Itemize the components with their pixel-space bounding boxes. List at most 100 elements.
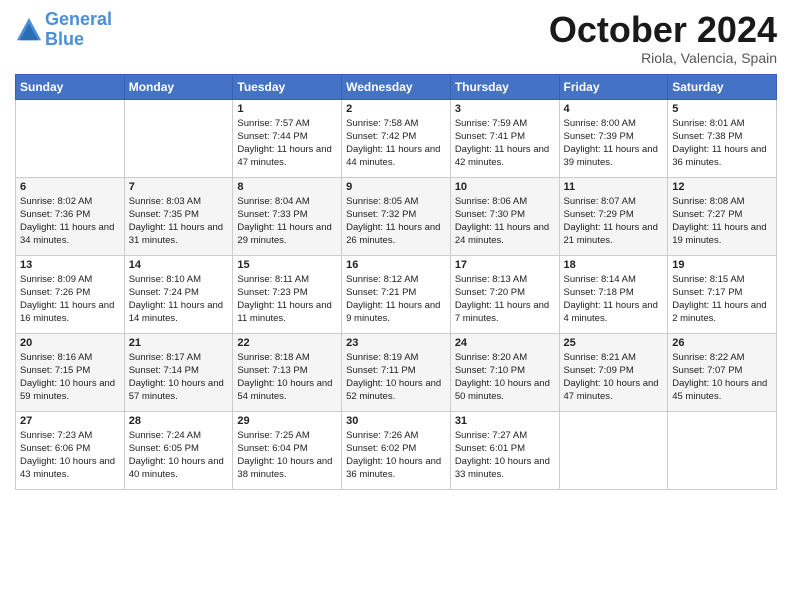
day-info: Sunrise: 7:58 AM Sunset: 7:42 PM Dayligh… (346, 117, 446, 170)
col-header-saturday: Saturday (668, 74, 777, 99)
day-info: Sunrise: 8:10 AM Sunset: 7:24 PM Dayligh… (129, 273, 229, 326)
day-number: 12 (672, 181, 772, 193)
calendar-cell: 17Sunrise: 8:13 AM Sunset: 7:20 PM Dayli… (450, 255, 559, 333)
day-number: 3 (455, 103, 555, 115)
day-info: Sunrise: 8:06 AM Sunset: 7:30 PM Dayligh… (455, 195, 555, 248)
calendar-cell: 28 Sunrise: 7:24 AM Sunset: 6:05 PM Dayli… (124, 411, 233, 489)
day-info: Sunrise: 8:12 AM Sunset: 7:21 PM Dayligh… (346, 273, 446, 326)
day-number: 4 (564, 103, 664, 115)
calendar-cell: 4Sunrise: 8:00 AM Sunset: 7:39 PM Daylig… (559, 99, 668, 177)
day-number: 20 (20, 337, 120, 349)
calendar-cell: 26 Sunrise: 8:22 AM Sunset: 7:07 PM Dayli… (668, 333, 777, 411)
header: General Blue October 2024 Riola, Valenci… (15, 10, 777, 66)
calendar-cell (124, 99, 233, 177)
day-info: Sunrise: 8:08 AM Sunset: 7:27 PM Dayligh… (672, 195, 772, 248)
calendar-cell: 5 Sunrise: 8:01 AM Sunset: 7:38 PM Daylig… (668, 99, 777, 177)
logo-general: General (45, 9, 112, 29)
calendar-cell: 10 Sunrise: 8:06 AM Sunset: 7:30 PM Dayli… (450, 177, 559, 255)
day-number: 5 (672, 103, 772, 115)
day-number: 26 (672, 337, 772, 349)
location-subtitle: Riola, Valencia, Spain (549, 50, 777, 66)
day-number: 13 (20, 259, 120, 271)
col-header-sunday: Sunday (16, 74, 125, 99)
calendar-cell: 18 Sunrise: 8:14 AM Sunset: 7:18 PM Dayli… (559, 255, 668, 333)
col-header-thursday: Thursday (450, 74, 559, 99)
day-info: Sunrise: 8:22 AM Sunset: 7:07 PM Dayligh… (672, 351, 772, 404)
calendar-cell: 16Sunrise: 8:12 AM Sunset: 7:21 PM Dayli… (342, 255, 451, 333)
day-info: Sunrise: 8:01 AM Sunset: 7:38 PM Dayligh… (672, 117, 772, 170)
calendar-cell: 24 Sunrise: 8:20 AM Sunset: 7:10 PM Dayli… (450, 333, 559, 411)
calendar-cell: 1 Sunrise: 7:57 AM Sunset: 7:44 PM Daylig… (233, 99, 342, 177)
calendar-cell (16, 99, 125, 177)
day-info: Sunrise: 8:18 AM Sunset: 7:13 PM Dayligh… (237, 351, 337, 404)
day-number: 27 (20, 415, 120, 427)
day-number: 6 (20, 181, 120, 193)
calendar-cell: 23 Sunrise: 8:19 AM Sunset: 7:11 PM Dayli… (342, 333, 451, 411)
calendar-cell: 12 Sunrise: 8:08 AM Sunset: 7:27 PM Dayli… (668, 177, 777, 255)
day-number: 7 (129, 181, 229, 193)
day-number: 31 (455, 415, 555, 427)
day-number: 1 (237, 103, 337, 115)
day-info: Sunrise: 7:25 AM Sunset: 6:04 PM Dayligh… (237, 429, 337, 482)
logo-text: General Blue (45, 10, 112, 50)
day-info: Sunrise: 8:09 AM Sunset: 7:26 PM Dayligh… (20, 273, 120, 326)
calendar-cell: 21Sunrise: 8:17 AM Sunset: 7:14 PM Dayli… (124, 333, 233, 411)
day-info: Sunrise: 7:59 AM Sunset: 7:41 PM Dayligh… (455, 117, 555, 170)
calendar-cell: 8Sunrise: 8:04 AM Sunset: 7:33 PM Daylig… (233, 177, 342, 255)
calendar-cell: 19 Sunrise: 8:15 AM Sunset: 7:17 PM Dayli… (668, 255, 777, 333)
day-info: Sunrise: 8:15 AM Sunset: 7:17 PM Dayligh… (672, 273, 772, 326)
logo: General Blue (15, 10, 112, 50)
day-info: Sunrise: 8:16 AM Sunset: 7:15 PM Dayligh… (20, 351, 120, 404)
day-number: 19 (672, 259, 772, 271)
day-info: Sunrise: 7:57 AM Sunset: 7:44 PM Dayligh… (237, 117, 337, 170)
day-number: 18 (564, 259, 664, 271)
day-info: Sunrise: 8:14 AM Sunset: 7:18 PM Dayligh… (564, 273, 664, 326)
col-header-monday: Monday (124, 74, 233, 99)
calendar-cell: 14 Sunrise: 8:10 AM Sunset: 7:24 PM Dayli… (124, 255, 233, 333)
calendar-cell: 2 Sunrise: 7:58 AM Sunset: 7:42 PM Daylig… (342, 99, 451, 177)
day-info: Sunrise: 8:21 AM Sunset: 7:09 PM Dayligh… (564, 351, 664, 404)
calendar-cell: 27 Sunrise: 7:23 AM Sunset: 6:06 PM Dayli… (16, 411, 125, 489)
day-number: 29 (237, 415, 337, 427)
calendar-cell: 20 Sunrise: 8:16 AM Sunset: 7:15 PM Dayli… (16, 333, 125, 411)
day-info: Sunrise: 8:04 AM Sunset: 7:33 PM Dayligh… (237, 195, 337, 248)
calendar-week-0: 1 Sunrise: 7:57 AM Sunset: 7:44 PM Daylig… (16, 99, 777, 177)
day-info: Sunrise: 8:20 AM Sunset: 7:10 PM Dayligh… (455, 351, 555, 404)
day-number: 17 (455, 259, 555, 271)
day-number: 10 (455, 181, 555, 193)
day-number: 23 (346, 337, 446, 349)
day-info: Sunrise: 8:19 AM Sunset: 7:11 PM Dayligh… (346, 351, 446, 404)
day-number: 24 (455, 337, 555, 349)
day-number: 2 (346, 103, 446, 115)
day-number: 11 (564, 181, 664, 193)
logo-blue: Blue (45, 29, 84, 49)
calendar-cell: 29 Sunrise: 7:25 AM Sunset: 6:04 PM Dayli… (233, 411, 342, 489)
col-header-wednesday: Wednesday (342, 74, 451, 99)
month-title: October 2024 (549, 10, 777, 50)
day-info: Sunrise: 8:17 AM Sunset: 7:14 PM Dayligh… (129, 351, 229, 404)
day-number: 22 (237, 337, 337, 349)
title-block: October 2024 Riola, Valencia, Spain (549, 10, 777, 66)
calendar-table: SundayMondayTuesdayWednesdayThursdayFrid… (15, 74, 777, 490)
calendar-cell: 3 Sunrise: 7:59 AM Sunset: 7:41 PM Daylig… (450, 99, 559, 177)
calendar-cell: 30 Sunrise: 7:26 AM Sunset: 6:02 PM Dayli… (342, 411, 451, 489)
col-header-friday: Friday (559, 74, 668, 99)
day-info: Sunrise: 7:27 AM Sunset: 6:01 PM Dayligh… (455, 429, 555, 482)
day-number: 14 (129, 259, 229, 271)
calendar-cell: 22 Sunrise: 8:18 AM Sunset: 7:13 PM Dayli… (233, 333, 342, 411)
calendar-cell: 25Sunrise: 8:21 AM Sunset: 7:09 PM Dayli… (559, 333, 668, 411)
day-number: 28 (129, 415, 229, 427)
day-info: Sunrise: 8:03 AM Sunset: 7:35 PM Dayligh… (129, 195, 229, 248)
day-info: Sunrise: 7:26 AM Sunset: 6:02 PM Dayligh… (346, 429, 446, 482)
day-number: 30 (346, 415, 446, 427)
calendar-cell: 6 Sunrise: 8:02 AM Sunset: 7:36 PM Daylig… (16, 177, 125, 255)
day-info: Sunrise: 7:23 AM Sunset: 6:06 PM Dayligh… (20, 429, 120, 482)
day-info: Sunrise: 8:02 AM Sunset: 7:36 PM Dayligh… (20, 195, 120, 248)
day-info: Sunrise: 7:24 AM Sunset: 6:05 PM Dayligh… (129, 429, 229, 482)
calendar-week-3: 20 Sunrise: 8:16 AM Sunset: 7:15 PM Dayli… (16, 333, 777, 411)
day-info: Sunrise: 8:07 AM Sunset: 7:29 PM Dayligh… (564, 195, 664, 248)
calendar-cell (668, 411, 777, 489)
calendar-week-4: 27 Sunrise: 7:23 AM Sunset: 6:06 PM Dayli… (16, 411, 777, 489)
calendar-cell: 13 Sunrise: 8:09 AM Sunset: 7:26 PM Dayli… (16, 255, 125, 333)
calendar-week-2: 13 Sunrise: 8:09 AM Sunset: 7:26 PM Dayli… (16, 255, 777, 333)
